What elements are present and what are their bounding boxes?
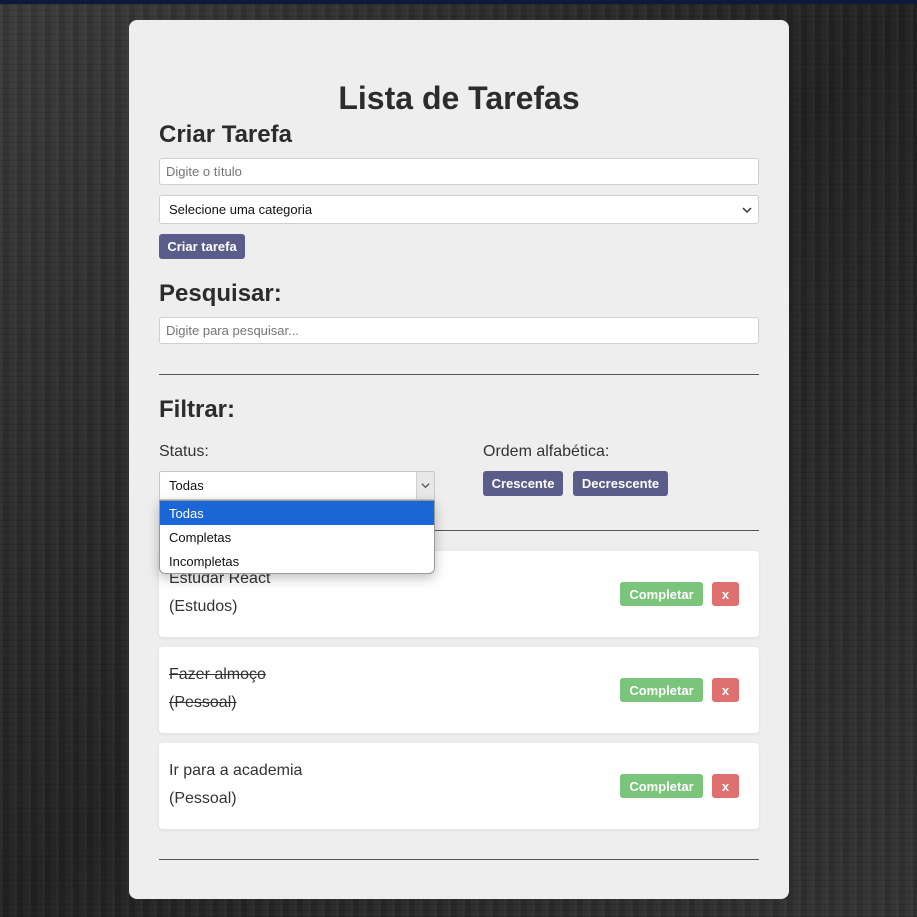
search-heading: Pesquisar: bbox=[159, 280, 282, 307]
complete-button[interactable]: Completar bbox=[620, 582, 703, 606]
status-label: Status: bbox=[159, 443, 209, 460]
delete-button[interactable]: x bbox=[712, 774, 739, 798]
divider bbox=[159, 374, 759, 375]
create-heading: Criar Tarefa bbox=[159, 121, 292, 148]
task-title-input[interactable] bbox=[159, 158, 759, 185]
task-category: (Pessoal) bbox=[169, 790, 237, 807]
task-item: Ir para a academia (Pessoal) Completar x bbox=[159, 743, 759, 829]
task-category: (Estudos) bbox=[169, 598, 238, 615]
task-name: Fazer almoço bbox=[169, 666, 266, 683]
page-title: Lista de Tarefas bbox=[338, 80, 580, 116]
task-name: Ir para a academia bbox=[169, 762, 303, 779]
status-option-incompletas[interactable]: Incompletas bbox=[160, 549, 434, 573]
category-select[interactable]: Selecione uma categoria bbox=[159, 195, 759, 224]
filter-heading: Filtrar: bbox=[159, 396, 236, 423]
status-select-value: Todas bbox=[169, 478, 204, 493]
chevron-down-icon bbox=[742, 206, 752, 213]
create-task-button[interactable]: Criar tarefa bbox=[159, 234, 245, 259]
window-top-border bbox=[0, 0, 917, 4]
sort-ascending-button[interactable]: Crescente bbox=[483, 471, 563, 496]
delete-button[interactable]: x bbox=[712, 582, 739, 606]
sort-label: Ordem alfabética: bbox=[483, 443, 610, 460]
sort-descending-button[interactable]: Decrescente bbox=[573, 471, 668, 496]
divider bbox=[159, 859, 759, 860]
status-option-todas[interactable]: Todas bbox=[160, 501, 434, 525]
status-select-arrow[interactable] bbox=[416, 472, 434, 499]
complete-button[interactable]: Completar bbox=[620, 678, 703, 702]
delete-button[interactable]: x bbox=[712, 678, 739, 702]
category-select-value: Selecione uma categoria bbox=[169, 202, 313, 217]
task-category: (Pessoal) bbox=[169, 694, 237, 711]
complete-button[interactable]: Completar bbox=[620, 774, 703, 798]
todo-card: Lista de Tarefas Criar Tarefa Selecione … bbox=[129, 20, 789, 899]
search-input[interactable] bbox=[159, 317, 759, 344]
status-option-completas[interactable]: Completas bbox=[160, 525, 434, 549]
status-select[interactable]: Todas bbox=[159, 471, 435, 500]
task-item: Fazer almoço (Pessoal) Completar x bbox=[159, 647, 759, 733]
status-dropdown-list: Todas Completas Incompletas bbox=[159, 500, 435, 574]
chevron-down-icon bbox=[421, 483, 430, 489]
